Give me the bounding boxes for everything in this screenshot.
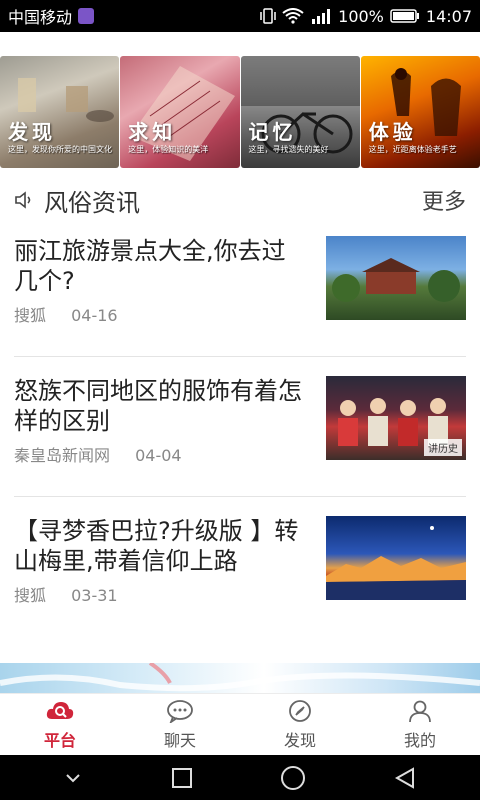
news-headline: 怒族不同地区的服饰有着怎样的区别 [14, 377, 302, 435]
person-icon [409, 700, 431, 722]
news-item[interactable]: 怒族不同地区的服饰有着怎样的区别 秦皇岛新闻网 04-04 讲历史 [14, 376, 466, 516]
tile-memory[interactable]: 记忆 这里，寻找遗失的美好 [240, 56, 360, 168]
recents-icon[interactable] [170, 766, 194, 790]
chevron-down-icon[interactable] [63, 771, 83, 785]
news-date: 04-16 [71, 306, 118, 325]
nav-discover[interactable]: 发现 [240, 694, 360, 755]
news-date: 04-04 [135, 446, 182, 465]
nav-platform[interactable]: 平台 [0, 694, 120, 755]
ad-banner-image [0, 661, 480, 692]
tile-subtitle: 这里，发现你所爱的中国文化 [8, 145, 112, 154]
nav-label: 发现 [283, 730, 316, 750]
news-item[interactable]: 【寻梦香巴拉?升级版 】转山梅里,带着信仰上路 搜狐 03-31 [14, 516, 466, 656]
compass-icon [289, 699, 311, 722]
tile-subtitle: 这里，寻找遗失的美好 [248, 145, 329, 154]
section-title: 风俗资讯 [44, 188, 140, 217]
cloud-search-icon [46, 701, 74, 719]
back-icon[interactable] [393, 766, 417, 790]
carrier-name: 中国移动 [8, 8, 73, 27]
status-bar: 中国移动 100% 14:07 [0, 0, 480, 32]
tile-subtitle: 这里，近距离体验老手艺 [368, 145, 457, 154]
speaker-icon [15, 191, 31, 209]
nav-label: 我的 [403, 730, 436, 750]
news-thumbnail [326, 236, 466, 320]
tile-title: 体验 [368, 120, 417, 144]
tile-title: 发现 [8, 120, 56, 144]
tile-experience[interactable]: 体验 这里，近距离体验老手艺 [360, 56, 480, 168]
clock: 14:07 [425, 6, 472, 26]
news-meta: 搜狐 04-16 [14, 302, 118, 326]
signal-icon [312, 9, 331, 24]
section-header: 风俗资讯 更多 [0, 180, 480, 220]
home-icon[interactable] [280, 765, 306, 791]
battery-percent: 100% [338, 6, 384, 26]
battery-icon [390, 9, 419, 23]
thumbnail-watermark: 讲历史 [424, 439, 462, 456]
thumbnail-image [326, 526, 466, 600]
more-link[interactable]: 更多 [422, 184, 466, 216]
news-meta: 搜狐 03-31 [14, 582, 118, 606]
thumbnail-image [332, 258, 460, 302]
tile-knowledge[interactable]: 求知 这里，体验知识的美洋 [120, 56, 240, 168]
nav-label: 聊天 [163, 730, 196, 750]
system-nav-bar [0, 755, 480, 800]
nav-chat[interactable]: 聊天 [120, 694, 240, 755]
divider [14, 356, 466, 357]
app-notification-icon [78, 8, 95, 24]
app-screen: 中国移动 100% 14:07 发现 这里，发现你所爱的中国文化 求知 这里，体… [0, 0, 480, 800]
carrier-group: 中国移动 [8, 4, 95, 28]
divider [14, 496, 466, 497]
news-thumbnail: 讲历史 [326, 376, 466, 460]
news-headline: 丽江旅游景点大全,你去过几个? [14, 237, 286, 295]
news-meta: 秦皇岛新闻网 04-04 [14, 442, 182, 466]
news-source: 搜狐 [14, 586, 47, 605]
tile-subtitle: 这里，体验知识的美洋 [128, 145, 209, 154]
wifi-icon [282, 8, 304, 24]
news-item[interactable]: 丽江旅游景点大全,你去过几个? 搜狐 04-16 [14, 236, 466, 376]
nav-me[interactable]: 我的 [360, 694, 480, 755]
news-date: 03-31 [71, 586, 118, 605]
tile-title: 记忆 [248, 120, 297, 144]
status-icons: 100% 14:07 [260, 7, 472, 26]
ad-banner[interactable] [0, 661, 480, 693]
vibrate-icon [260, 8, 276, 24]
news-source: 秦皇岛新闻网 [14, 446, 111, 465]
chat-bubble-icon [167, 699, 193, 723]
category-banner: 发现 这里，发现你所爱的中国文化 求知 这里，体验知识的美洋 记忆 这里，寻找遗… [0, 56, 480, 168]
news-headline: 【寻梦香巴拉?升级版 】转山梅里,带着信仰上路 [14, 517, 299, 575]
nav-label: 平台 [43, 730, 76, 750]
bottom-nav: 平台 聊天 发现 我的 [0, 693, 480, 755]
news-source: 搜狐 [14, 306, 47, 325]
news-thumbnail [326, 516, 466, 600]
tile-discover[interactable]: 发现 这里，发现你所爱的中国文化 [0, 56, 120, 168]
tile-title: 求知 [128, 120, 177, 144]
